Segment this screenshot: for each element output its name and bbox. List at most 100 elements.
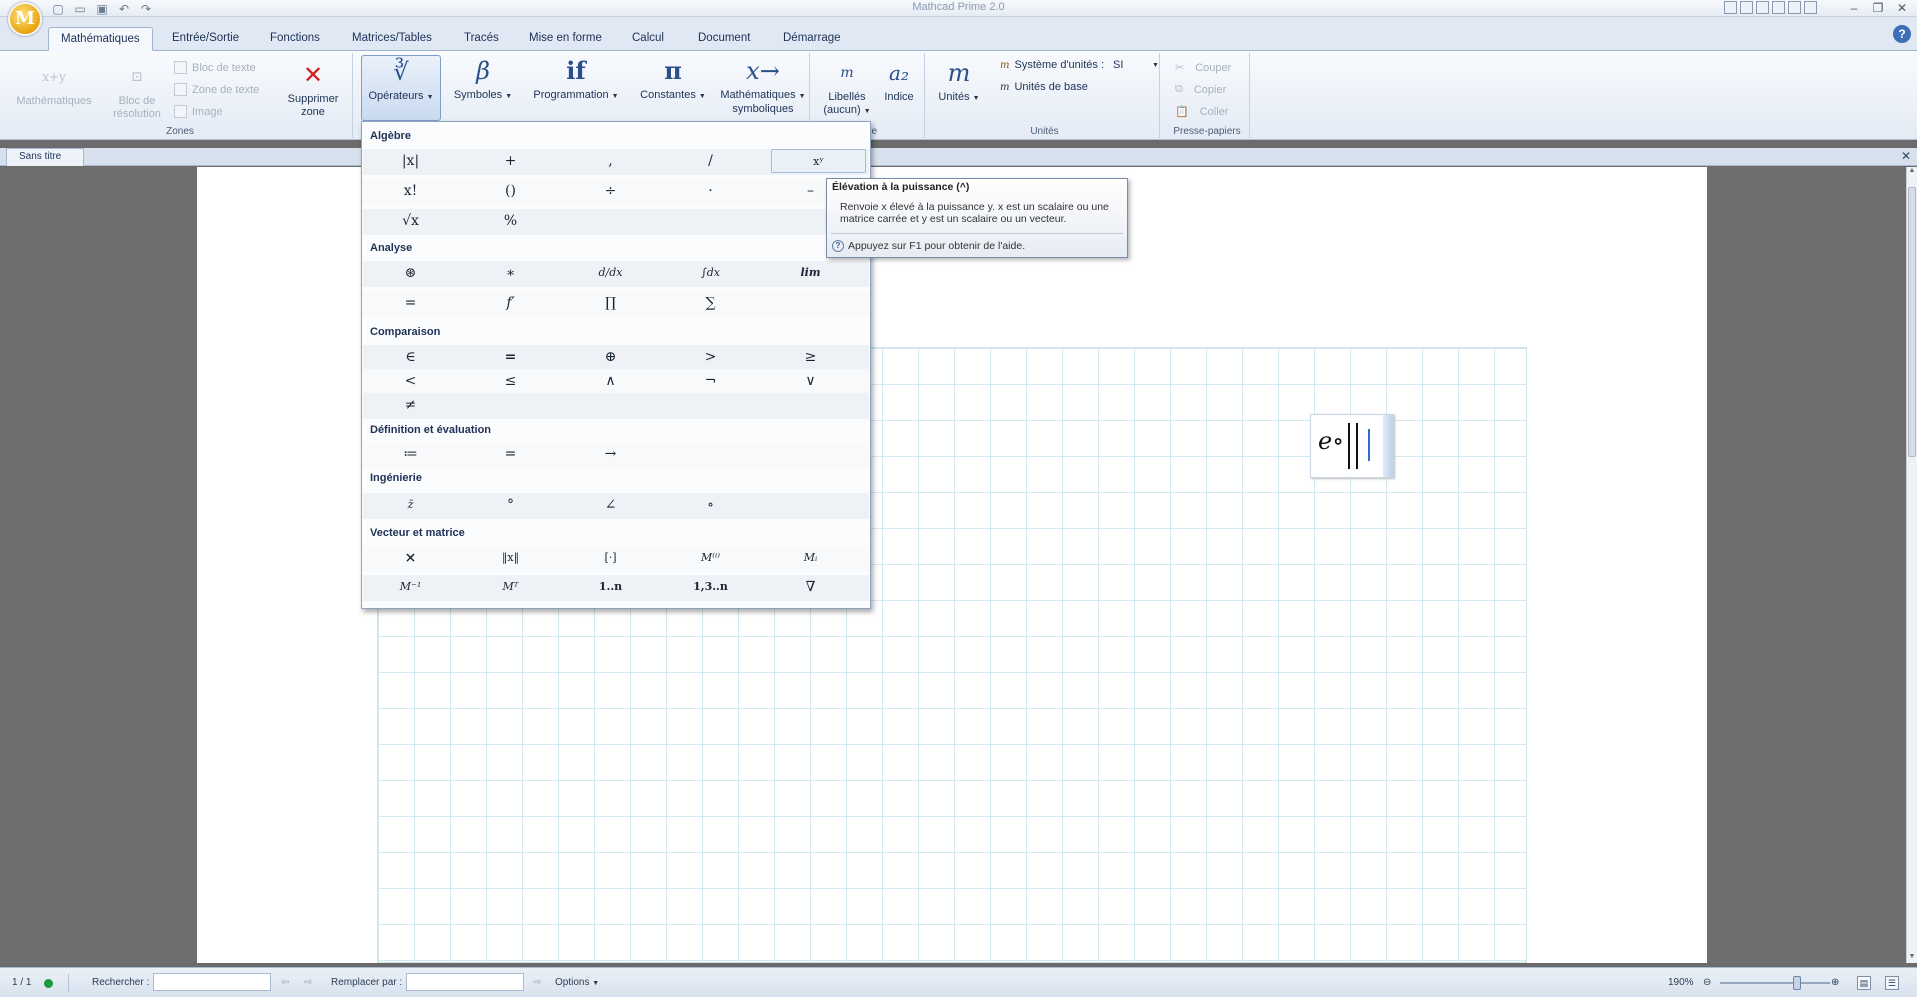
- less-equal-operator[interactable]: ≤: [463, 369, 558, 393]
- and-operator[interactable]: ∧: [563, 369, 658, 393]
- copy-button[interactable]: ⧉ Copier: [1175, 83, 1226, 96]
- convolution-operator[interactable]: ⊛: [363, 261, 458, 285]
- zoom-slider-thumb[interactable]: [1793, 976, 1802, 990]
- new-file-icon[interactable]: ▢: [50, 1, 66, 16]
- delete-region-button[interactable]: ✕ Supprimer zone: [280, 61, 346, 119]
- constants-button[interactable]: π Constantes ▼: [632, 57, 714, 103]
- restore-doc-icon[interactable]: [1772, 1, 1785, 14]
- index-button[interactable]: a₂ Indice: [877, 59, 921, 104]
- replace-input[interactable]: [406, 973, 524, 991]
- zoom-slider-track[interactable]: [1720, 982, 1830, 984]
- search-input[interactable]: [153, 973, 271, 991]
- tab-matrices-tables[interactable]: Matrices/Tables: [340, 27, 444, 51]
- labels-button[interactable]: m Libellés (aucun) ▼: [817, 59, 877, 118]
- tab-entree-sortie[interactable]: Entrée/Sortie: [160, 27, 251, 51]
- greater-than-operator[interactable]: >: [663, 345, 758, 369]
- not-equal-operator[interactable]: ≠: [363, 393, 458, 417]
- cross-product-operator[interactable]: ×: [363, 546, 458, 570]
- tab-mathematiques[interactable]: Mathématiques: [48, 27, 153, 51]
- tab-traces[interactable]: Tracés: [452, 27, 511, 51]
- square-root-operator[interactable]: √x: [363, 209, 458, 233]
- stepped-range-operator[interactable]: 1,3..n: [663, 575, 758, 599]
- programming-button[interactable]: if Programmation ▼: [524, 57, 628, 103]
- definition-operator[interactable]: ≔: [363, 442, 458, 466]
- cut-button[interactable]: ✂ Couper: [1175, 61, 1231, 75]
- power-operator[interactable]: xʸ: [771, 149, 866, 173]
- page-view-icon[interactable]: ▤: [1857, 976, 1871, 990]
- tab-mise-en-forme[interactable]: Mise en forme: [517, 27, 614, 51]
- xor-operator[interactable]: ⊕: [563, 345, 658, 369]
- multiplication-dot-operator[interactable]: ·: [663, 179, 758, 203]
- help-icon[interactable]: ?: [1893, 25, 1911, 43]
- vertical-scrollbar[interactable]: ▲ ▼: [1906, 167, 1917, 963]
- not-operator[interactable]: ¬: [663, 369, 758, 393]
- tab-document[interactable]: Document: [686, 27, 762, 51]
- equals-operator[interactable]: =: [363, 291, 458, 315]
- derivative-operator[interactable]: d/dx: [563, 261, 658, 285]
- bold-equals-operator[interactable]: =: [463, 345, 558, 369]
- app-logo[interactable]: M: [8, 2, 42, 36]
- angle-operator[interactable]: ∠: [563, 493, 658, 517]
- close-document-icon[interactable]: ✕: [1901, 149, 1911, 163]
- absolute-value-operator[interactable]: |x|: [363, 149, 458, 173]
- prime-operator[interactable]: f′: [463, 291, 558, 315]
- text-block-button[interactable]: Bloc de texte: [174, 61, 256, 74]
- maximize-icon[interactable]: ❐: [1867, 0, 1889, 16]
- region-resize-handle[interactable]: [1383, 415, 1393, 477]
- paste-button[interactable]: 📋 Coller: [1175, 105, 1228, 119]
- summation-operator[interactable]: ∑: [663, 291, 758, 315]
- options-button[interactable]: Options ▼: [555, 977, 599, 988]
- range-operator[interactable]: 1..n: [563, 575, 658, 599]
- star-operator[interactable]: ∗: [463, 261, 558, 285]
- tab-calcul[interactable]: Calcul: [620, 27, 676, 51]
- math-region[interactable]: e∘: [1310, 414, 1394, 478]
- transpose-operator[interactable]: Mᵀ: [463, 575, 558, 599]
- vectorize-operator[interactable]: ∇: [763, 575, 858, 599]
- conjugate-operator[interactable]: z̄: [363, 493, 458, 517]
- tab-fonctions[interactable]: Fonctions: [258, 27, 332, 51]
- greater-equal-operator[interactable]: ≥: [763, 345, 858, 369]
- save-icon[interactable]: ▣: [94, 1, 110, 16]
- close-icon[interactable]: ✕: [1891, 0, 1913, 16]
- unit-system-selector[interactable]: m Système d'unités : SI ▼: [1000, 59, 1159, 71]
- subscript-operator[interactable]: Mᵢ: [763, 546, 858, 570]
- operators-button[interactable]: ∛ Opérateurs ▼: [361, 55, 441, 121]
- matrix-operator[interactable]: [·]: [563, 546, 658, 570]
- composition-operator[interactable]: ∘: [663, 493, 758, 517]
- next-result-icon[interactable]: ⇨: [304, 977, 312, 988]
- scrollbar-thumb[interactable]: [1908, 187, 1916, 457]
- product-operator[interactable]: ∏: [563, 291, 658, 315]
- zoom-in-icon[interactable]: ⊕: [1831, 977, 1839, 988]
- symbolic-evaluation-operator[interactable]: →: [563, 442, 658, 466]
- inline-division-operator[interactable]: ÷: [563, 179, 658, 203]
- norm-operator[interactable]: ‖x‖: [463, 546, 558, 570]
- base-units-button[interactable]: m Unités de base: [1000, 81, 1088, 93]
- or-operator[interactable]: ∨: [763, 369, 858, 393]
- symbols-button[interactable]: β Symboles ▼: [448, 57, 518, 103]
- open-folder-icon[interactable]: ▭: [72, 1, 88, 16]
- math-region-button[interactable]: x+y Mathématiques: [16, 63, 92, 108]
- layout-icon[interactable]: [1788, 1, 1801, 14]
- image-button[interactable]: Image: [174, 105, 223, 118]
- division-operator[interactable]: /: [663, 149, 758, 173]
- parentheses-operator[interactable]: (): [463, 179, 558, 203]
- text-zone-button[interactable]: Zone de texte: [174, 83, 259, 96]
- arrange-icon[interactable]: [1756, 1, 1769, 14]
- inverse-operator[interactable]: M⁻¹: [363, 575, 458, 599]
- factorial-operator[interactable]: x!: [363, 179, 458, 203]
- scroll-down-icon[interactable]: ▼: [1907, 953, 1917, 963]
- percent-operator[interactable]: %: [463, 209, 558, 233]
- tile-icon[interactable]: [1724, 1, 1737, 14]
- document-tab[interactable]: Sans titre: [6, 148, 85, 166]
- integral-operator[interactable]: ∫dx: [663, 261, 758, 285]
- draft-view-icon[interactable]: ☰: [1885, 976, 1899, 990]
- redo-icon[interactable]: ↷: [138, 1, 154, 16]
- tab-demarrage[interactable]: Démarrage: [771, 27, 853, 51]
- less-than-operator[interactable]: <: [363, 369, 458, 393]
- symbolic-math-button[interactable]: x→ Mathématiques ▼ symboliques: [716, 57, 810, 116]
- comma-operator[interactable]: ,: [563, 149, 658, 173]
- solve-block-button[interactable]: ⊡ Bloc de résolution: [100, 63, 174, 121]
- evaluation-operator[interactable]: =: [463, 442, 558, 466]
- column-operator[interactable]: M⁽ⁱ⁾: [663, 546, 758, 570]
- print-icon[interactable]: [1804, 1, 1817, 14]
